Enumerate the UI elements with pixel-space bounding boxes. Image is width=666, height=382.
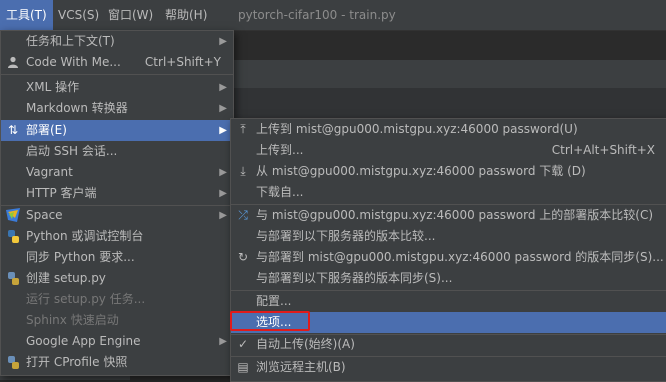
- menu-item-sync-requirements[interactable]: 同步 Python 要求...: [1, 247, 233, 268]
- menu-item-label: 自动上传(始终)(A): [256, 337, 355, 351]
- menu-item-label: Markdown 转换器: [26, 101, 128, 115]
- menu-item-label: XML 操作: [26, 80, 80, 94]
- menu-tools[interactable]: 工具(T): [0, 0, 53, 30]
- menu-item-shortcut: Ctrl+Shift+Y: [144, 55, 221, 69]
- submenu-arrow-icon: ▶: [219, 167, 227, 178]
- menu-item-label: HTTP 客户端: [26, 186, 97, 200]
- menu-item-shortcut: Ctrl+Alt+Shift+X: [551, 143, 655, 157]
- menu-item-label: Sphinx 快速启动: [26, 313, 119, 327]
- menu-item-vagrant[interactable]: Vagrant ▶: [1, 162, 233, 183]
- menu-help[interactable]: 帮助(H): [159, 0, 213, 30]
- options-highlight-box: [230, 311, 310, 331]
- submenu-arrow-icon: ▶: [219, 336, 227, 347]
- menu-item-code-with-me[interactable]: Code With Me... Ctrl+Shift+Y: [1, 52, 233, 73]
- menu-item-space[interactable]: Space ▶: [1, 205, 233, 226]
- menu-item-label: 启动 SSH 会话...: [26, 144, 118, 158]
- check-icon: ✓: [237, 337, 249, 351]
- menu-item-open-cprofile[interactable]: 打开 CProfile 快照: [1, 352, 233, 373]
- window-title: pytorch-cifar100 - train.py: [238, 8, 396, 22]
- menu-item-label: 运行 setup.py 任务...: [26, 292, 146, 306]
- menu-item-xml-actions[interactable]: XML 操作 ▶: [1, 77, 233, 98]
- remote-host-icon: ▤: [237, 360, 249, 374]
- menu-item-compare-deployed[interactable]: ⤮ 与 mist@gpu000.mistgpu.xyz:46000 passwo…: [231, 205, 666, 226]
- menu-item-label: Python 或调试控制台: [26, 229, 144, 243]
- menu-item-download-from-server[interactable]: ⤓ 从 mist@gpu000.mistgpu.xyz:46000 passwo…: [231, 161, 666, 182]
- menu-item-label: 上传到...: [256, 143, 304, 157]
- menu-item-compare-with-server[interactable]: 与部署到以下服务器的版本比较...: [231, 226, 666, 247]
- menu-item-create-setup[interactable]: 创建 setup.py: [1, 268, 233, 289]
- download-icon: ⤓: [240, 164, 246, 178]
- menu-item-sphinx-quickstart: Sphinx 快速启动: [1, 310, 233, 331]
- person-icon: [5, 52, 21, 75]
- menu-item-label: 与部署到 mist@gpu000.mistgpu.xyz:46000 passw…: [256, 250, 664, 264]
- menu-item-label: Space: [26, 208, 63, 222]
- menu-item-start-ssh[interactable]: 启动 SSH 会话...: [1, 141, 233, 162]
- deployment-submenu: ⤒ 上传到 mist@gpu000.mistgpu.xyz:46000 pass…: [230, 118, 666, 382]
- menu-item-label: 配置...: [256, 294, 292, 308]
- menu-vcs[interactable]: VCS(S): [52, 0, 105, 30]
- menu-item-run-setup-task: 运行 setup.py 任务...: [1, 289, 233, 310]
- menu-item-label: Google App Engine: [26, 334, 141, 348]
- menu-item-upload-to[interactable]: 上传到... Ctrl+Alt+Shift+X: [231, 140, 666, 161]
- menu-item-google-app-engine[interactable]: Google App Engine ▶: [1, 331, 233, 352]
- profile-icon: [5, 352, 21, 376]
- tools-menu: 任务和上下文(T) ▶ Code With Me... Ctrl+Shift+Y…: [0, 30, 234, 376]
- menu-item-browse-remote-host[interactable]: ▤ 浏览远程主机(B): [231, 357, 666, 378]
- menu-item-download-from[interactable]: 下载自...: [231, 182, 666, 203]
- menu-item-python-console[interactable]: Python 或调试控制台: [1, 226, 233, 247]
- menu-item-label: Code With Me...: [26, 55, 121, 69]
- menu-item-label: 下载自...: [256, 185, 304, 199]
- menu-item-label: 部署(E): [26, 123, 67, 137]
- menu-item-sync-with-server[interactable]: 与部署到以下服务器的版本同步(S)...: [231, 268, 666, 289]
- menu-item-label: 任务和上下文(T): [26, 34, 115, 48]
- menu-item-auto-upload[interactable]: ✓ 自动上传(始终)(A): [231, 334, 666, 355]
- deploy-icon: ⇅: [7, 123, 19, 137]
- menu-item-label: 打开 CProfile 快照: [26, 355, 128, 369]
- menu-item-label: 从 mist@gpu000.mistgpu.xyz:46000 password…: [256, 164, 586, 178]
- menu-item-markdown-converter[interactable]: Markdown 转换器 ▶: [1, 98, 233, 119]
- submenu-arrow-icon: ▶: [219, 125, 227, 136]
- menu-separator: [1, 74, 233, 75]
- submenu-arrow-icon: ▶: [219, 188, 227, 199]
- submenu-arrow-icon: ▶: [219, 82, 227, 93]
- menu-item-label: 与 mist@gpu000.mistgpu.xyz:46000 password…: [256, 208, 654, 222]
- menu-item-label: 与部署到以下服务器的版本同步(S)...: [256, 271, 453, 285]
- menu-item-label: 与部署到以下服务器的版本比较...: [256, 229, 436, 243]
- menu-item-sync-deployed[interactable]: ↻ 与部署到 mist@gpu000.mistgpu.xyz:46000 pas…: [231, 247, 666, 268]
- compare-icon: ⤮: [238, 208, 248, 222]
- submenu-arrow-icon: ▶: [219, 210, 227, 221]
- menu-item-http-client[interactable]: HTTP 客户端 ▶: [1, 183, 233, 204]
- upload-icon: ⤒: [240, 122, 246, 136]
- menu-item-configuration[interactable]: 配置...: [231, 291, 666, 312]
- menu-window[interactable]: 窗口(W): [102, 0, 159, 30]
- sync-icon: ↻: [237, 250, 249, 264]
- menu-item-label: Vagrant: [26, 165, 73, 179]
- menu-item-label: 上传到 mist@gpu000.mistgpu.xyz:46000 passwo…: [256, 122, 578, 136]
- menu-item-label: 创建 setup.py: [26, 271, 106, 285]
- menu-item-label: 浏览远程主机(B): [256, 360, 346, 374]
- submenu-arrow-icon: ▶: [219, 36, 227, 47]
- menu-item-label: 同步 Python 要求...: [26, 250, 135, 264]
- menu-item-upload-to-server[interactable]: ⤒ 上传到 mist@gpu000.mistgpu.xyz:46000 pass…: [231, 119, 666, 140]
- submenu-arrow-icon: ▶: [219, 103, 227, 114]
- menu-bar: 工具(T) VCS(S) 窗口(W) 帮助(H) pytorch-cifar10…: [0, 0, 666, 31]
- menu-item-deployment[interactable]: ⇅ 部署(E) ▶: [1, 120, 233, 141]
- menu-item-tasks-contexts[interactable]: 任务和上下文(T) ▶: [1, 31, 233, 52]
